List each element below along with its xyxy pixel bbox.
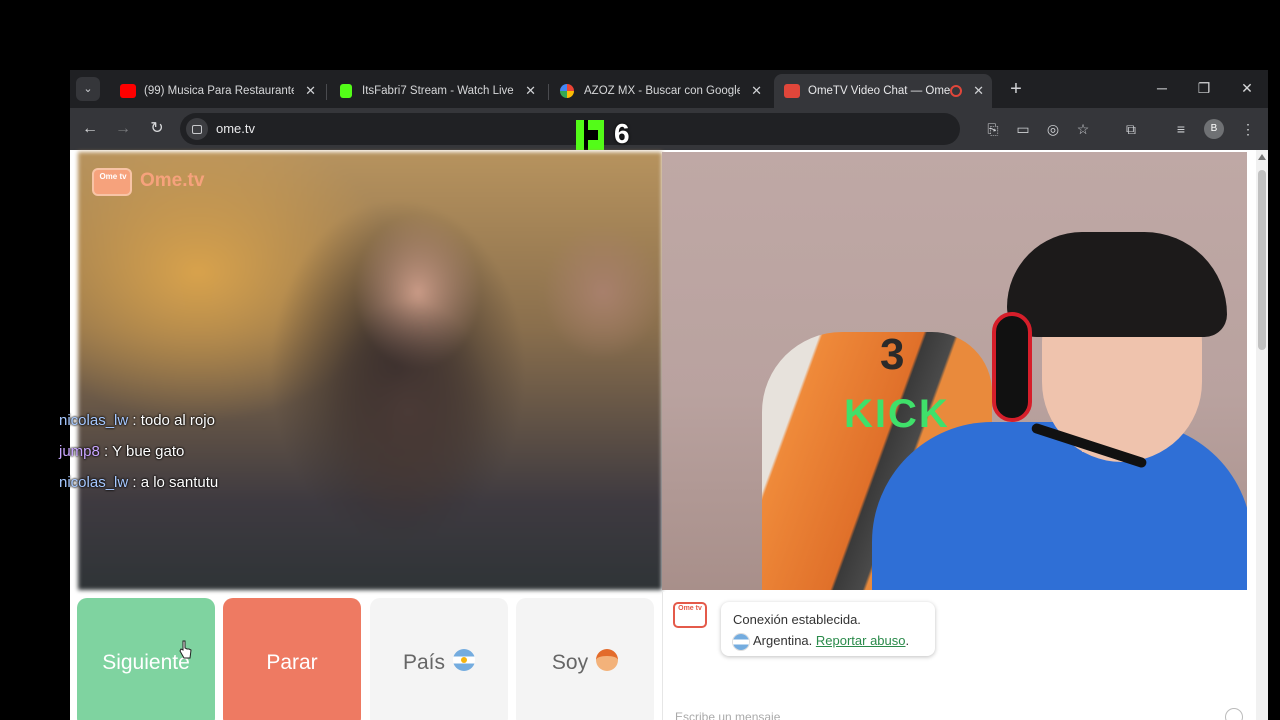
chat-message: : a lo santutu xyxy=(128,474,219,491)
scroll-up-icon[interactable] xyxy=(1258,154,1266,160)
argentina-flag-icon xyxy=(733,633,749,650)
close-tab-icon[interactable]: ✕ xyxy=(973,74,984,108)
streamer-hair xyxy=(1007,232,1227,337)
chair-number: 3 xyxy=(880,330,905,379)
close-tab-icon[interactable]: ✕ xyxy=(525,74,536,108)
profile-avatar[interactable]: B xyxy=(1204,119,1224,139)
headset xyxy=(992,312,1032,422)
gender-button[interactable]: Soy xyxy=(516,598,654,720)
eye-off-icon[interactable]: ◎ xyxy=(1042,118,1064,140)
bookmark-star-icon[interactable]: ☆ xyxy=(1072,118,1094,140)
chair-text: KICK xyxy=(844,392,950,436)
emoji-picker-icon[interactable] xyxy=(1225,708,1243,720)
tab-title: (99) Musica Para Restaurante El xyxy=(144,85,294,97)
url-text: ome.tv xyxy=(216,121,256,136)
screen: ⌄ (99) Musica Para Restaurante El ✕ ItsF… xyxy=(0,0,1280,720)
page-scrollbar[interactable] xyxy=(1256,150,1268,720)
site-info-icon[interactable] xyxy=(186,118,208,140)
connection-status: Conexión establecida. xyxy=(733,612,861,627)
menu-kebab-icon[interactable]: ⋮ xyxy=(1237,118,1259,140)
country-button[interactable]: País xyxy=(370,598,508,720)
boy-emoji-icon xyxy=(596,649,619,672)
tab-title: ItsFabri7 Stream - Watch Live o xyxy=(362,85,514,97)
browser-toolbar: ← → ↻ ome.tv 6 ⎘ ▭ ◎ ☆ ⧉ ≡ B ⋮ xyxy=(70,108,1268,150)
partner-country: Argentina. xyxy=(753,633,813,648)
ometv-chat-logo-icon: Ome tv xyxy=(673,602,707,628)
restore-icon[interactable]: ❐ xyxy=(1182,70,1226,106)
tab-youtube[interactable]: (99) Musica Para Restaurante El ✕ xyxy=(110,74,324,108)
tab-title: AZOZ MX - Buscar con Google xyxy=(584,85,740,97)
close-window-icon[interactable]: ✕ xyxy=(1225,70,1269,106)
google-icon xyxy=(560,84,574,98)
cast-icon[interactable]: ▭ xyxy=(1012,118,1034,140)
minimize-icon[interactable]: ─ xyxy=(1140,70,1184,106)
youtube-icon xyxy=(120,84,136,98)
new-tab-icon[interactable]: + xyxy=(1004,78,1028,102)
browser-tab-bar: ⌄ (99) Musica Para Restaurante El ✕ ItsF… xyxy=(70,70,1268,108)
report-abuse-link[interactable]: Reportar abuso xyxy=(816,633,906,648)
hand-cursor-icon xyxy=(179,640,192,659)
chat-username: nicolas_lw xyxy=(59,412,129,429)
close-tab-icon[interactable]: ✕ xyxy=(751,74,762,108)
chat-line: nicolas_lw : a lo santutu xyxy=(59,474,379,505)
forward-icon[interactable]: → xyxy=(111,117,135,141)
tab-title: OmeTV Video Chat — Ome xyxy=(808,85,951,97)
ometv-icon xyxy=(784,84,800,98)
argentina-flag-icon xyxy=(453,649,476,672)
chat-line: nicolas_lw : todo al rojo xyxy=(59,412,379,443)
media-controls-icon[interactable]: ≡ xyxy=(1170,118,1192,140)
tv-icon: Ome tv xyxy=(92,168,132,196)
streamer-body xyxy=(872,422,1247,590)
next-button[interactable]: Siguiente xyxy=(77,598,215,720)
back-icon[interactable]: ← xyxy=(78,117,102,141)
extensions-icon[interactable]: ⧉ xyxy=(1120,118,1142,140)
tab-kick[interactable]: ItsFabri7 Stream - Watch Live o ✕ xyxy=(328,74,544,108)
tab-ometv[interactable]: OmeTV Video Chat — Ome ✕ xyxy=(774,74,992,108)
viewer-count: 6 xyxy=(614,118,630,149)
chat-username: nicolas_lw xyxy=(59,474,129,491)
message-input[interactable]: Escribe un mensaje xyxy=(675,710,780,720)
scroll-thumb[interactable] xyxy=(1258,170,1266,350)
partner-country-line: Argentina. Reportar abuso. xyxy=(733,630,923,651)
chat-message: : Y bue gato xyxy=(99,443,185,460)
chat-panel: Ome tv Conexión establecida. Argentina. … xyxy=(662,592,1247,720)
tab-divider xyxy=(548,84,549,100)
system-message: Conexión establecida. Argentina. Reporta… xyxy=(721,602,935,656)
chat-message: : todo al rojo xyxy=(128,412,215,429)
kick-logo-icon xyxy=(576,120,604,150)
stranger-video xyxy=(78,152,662,590)
self-video: 3 KICK xyxy=(662,152,1247,590)
chat-line: jump8 : Y bue gato xyxy=(59,443,379,474)
close-tab-icon[interactable]: ✕ xyxy=(305,74,316,108)
brand-name: Ome.tv xyxy=(140,170,205,191)
tab-divider xyxy=(326,84,327,100)
kick-icon xyxy=(340,84,352,98)
reload-icon[interactable]: ↻ xyxy=(145,117,169,141)
tab-search-icon[interactable]: ⌄ xyxy=(76,77,100,101)
stop-button[interactable]: Parar xyxy=(223,598,361,720)
chat-username: jump8 xyxy=(59,443,100,460)
recording-icon xyxy=(950,85,962,97)
stream-chat-overlay: nicolas_lw : todo al rojo jump8 : Y bue … xyxy=(59,412,379,505)
tab-google[interactable]: AZOZ MX - Buscar con Google ✕ xyxy=(550,74,770,108)
translate-icon[interactable]: ⎘ xyxy=(982,118,1004,140)
address-bar[interactable]: ome.tv 6 xyxy=(180,113,960,150)
